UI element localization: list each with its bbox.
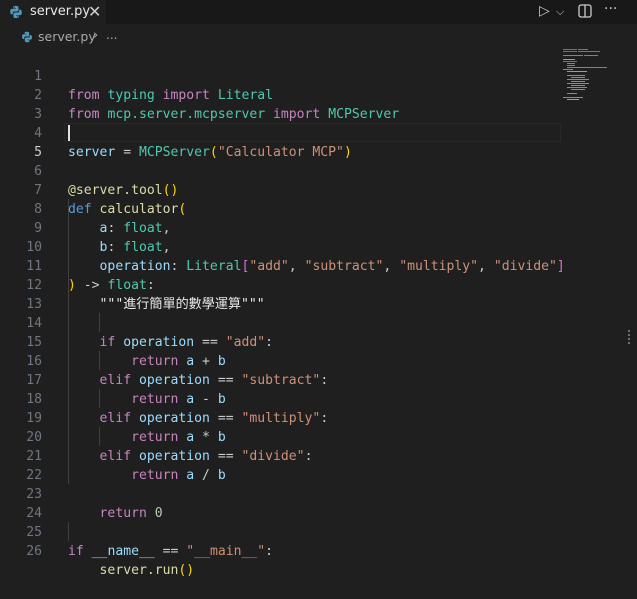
breadcrumb-symbols[interactable]: ...: [106, 28, 117, 42]
code-line[interactable]: 17 return a - b: [0, 352, 560, 407]
chevron-down-icon[interactable]: ⌵: [556, 5, 564, 19]
code-line[interactable]: 6 @server.tool(): [0, 143, 560, 198]
code-token: if: [68, 544, 84, 559]
code-line[interactable]: 20 elif operation == "divide":: [0, 409, 560, 464]
code-editor[interactable]: 1 from typing import Literal 2 from mcp.…: [0, 48, 637, 578]
tab-server-py[interactable]: server.py ✕: [0, 0, 106, 24]
breadcrumb-separator: ›: [93, 28, 99, 43]
code-line[interactable]: 24: [0, 485, 560, 521]
code-token: "__main__": [186, 544, 266, 559]
code-line[interactable]: 7 def calculator(: [0, 162, 560, 217]
code-line[interactable]: 4 server = MCPServer("Calculator MCP"): [0, 105, 560, 160]
code-line[interactable]: 25 if __name__ == "__main__":: [0, 504, 560, 559]
code-line[interactable]: 1 from typing import Literal: [0, 48, 560, 103]
code-token: server.run: [99, 563, 179, 578]
code-token: __name__: [91, 544, 155, 559]
tab-bar: server.py ✕ ▷ ⌵ ···: [0, 0, 637, 24]
code-line[interactable]: 9 b: float,: [0, 200, 560, 255]
code-line[interactable]: 11 ) -> float:: [0, 238, 560, 293]
minimap[interactable]: [563, 48, 623, 108]
code-line[interactable]: 5: [0, 124, 560, 160]
run-icon[interactable]: ▷: [539, 3, 550, 19]
tab-label: server.py: [30, 4, 91, 19]
code-line[interactable]: 3: [0, 86, 560, 122]
more-actions-icon[interactable]: ···: [604, 1, 617, 17]
code-line[interactable]: 2 from mcp.server.mcpserver import MCPSe…: [0, 67, 560, 122]
breadcrumb-file[interactable]: server.py: [38, 29, 96, 44]
python-file-icon: [10, 5, 22, 19]
code-line[interactable]: 18 elif operation == "multiply":: [0, 371, 560, 426]
code-line[interactable]: 10 operation: Literal["add", "subtract",…: [0, 219, 565, 274]
code-line[interactable]: 21 return a / b: [0, 428, 560, 483]
vertical-scrollbar[interactable]: [624, 48, 637, 564]
code-line[interactable]: 14 if operation == "add":: [0, 295, 560, 350]
drag-handle-icon[interactable]: [628, 330, 632, 344]
breadcrumb: server.py › ...: [0, 28, 637, 46]
split-editor-icon[interactable]: [578, 4, 592, 18]
code-token: ==: [154, 544, 187, 559]
code-line[interactable]: 19 return a * b: [0, 390, 560, 445]
close-icon[interactable]: ✕: [88, 2, 101, 21]
code-line[interactable]: 13: [0, 276, 560, 312]
code-line[interactable]: 16 elif operation == "subtract":: [0, 333, 560, 388]
code-line[interactable]: 26 server.run(): [0, 523, 560, 578]
code-token: (): [178, 563, 195, 578]
python-file-icon: [22, 31, 32, 43]
code-token: :: [265, 544, 274, 559]
code-line[interactable]: 22: [0, 447, 560, 483]
code-line[interactable]: 23 return 0: [0, 466, 560, 521]
code-line[interactable]: 8 a: float,: [0, 181, 560, 236]
line-number: 26: [26, 544, 42, 559]
text-cursor: [68, 125, 70, 141]
code-line[interactable]: 12 """進行簡單的數學運算""": [0, 257, 560, 312]
code-line[interactable]: 15 return a + b: [0, 314, 560, 369]
